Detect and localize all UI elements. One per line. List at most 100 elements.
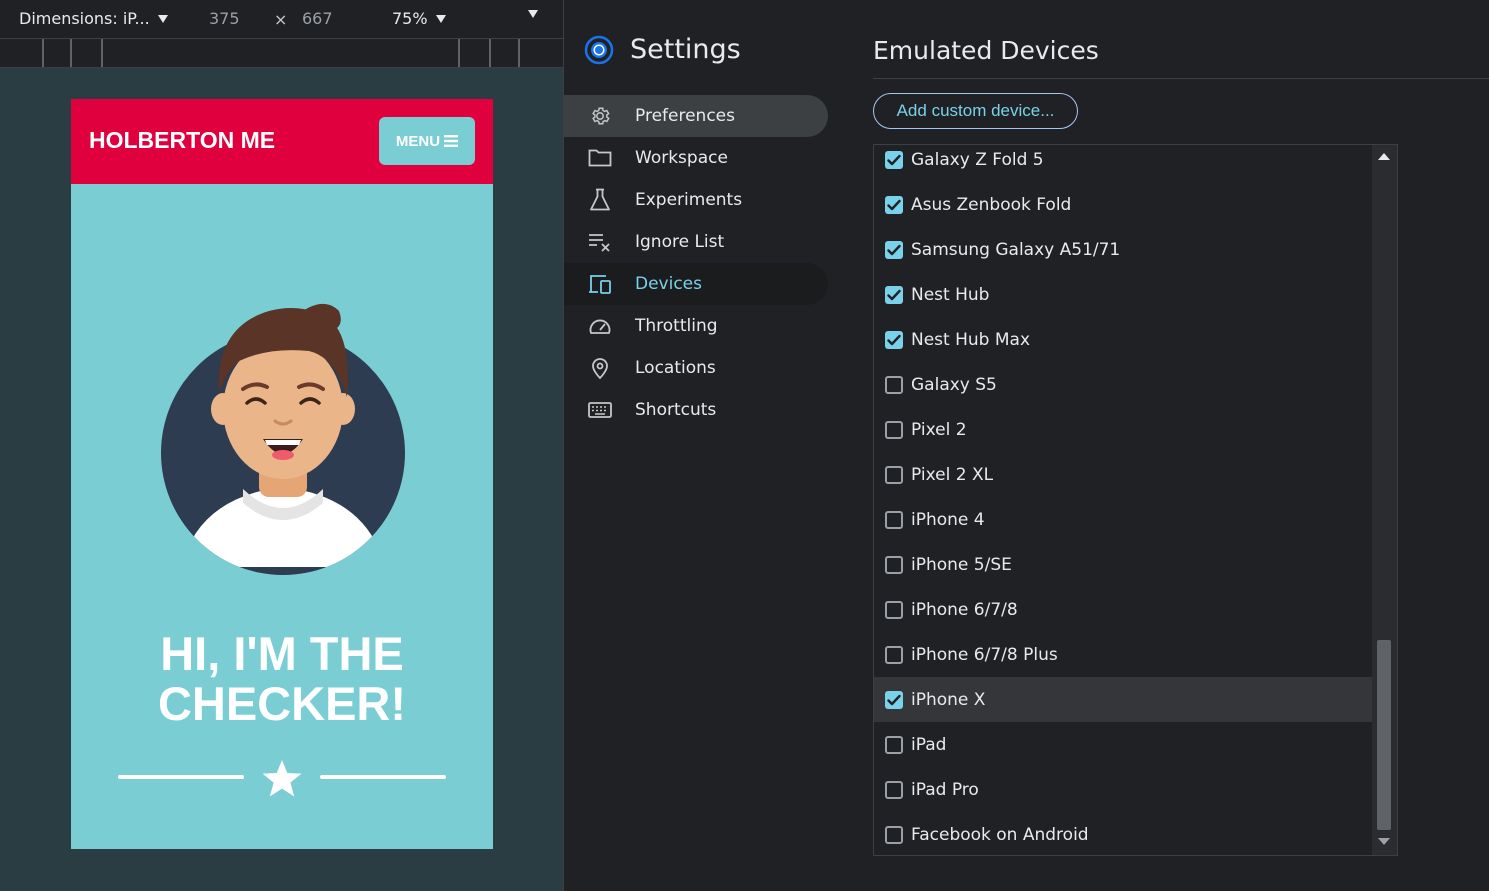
checkbox-checked[interactable] <box>885 195 903 214</box>
hamburger-icon <box>444 135 459 147</box>
nav-item-workspace[interactable]: Workspace <box>564 137 828 179</box>
device-row[interactable]: Asus Zenbook Fold <box>874 182 1372 227</box>
checkbox-checked[interactable] <box>885 330 903 349</box>
nav-label: Workspace <box>635 148 728 168</box>
ignore-list-icon <box>588 230 612 254</box>
device-name: Asus Zenbook Fold <box>911 194 1072 215</box>
devtools-window: Dimensions: iP... 375 × 667 75% HOLBERTO… <box>0 0 1489 891</box>
chevron-down-icon <box>157 14 168 23</box>
nav-item-shortcuts[interactable]: Shortcuts <box>564 389 828 431</box>
checkmark-icon <box>887 289 901 300</box>
checkbox-unchecked[interactable] <box>885 555 903 574</box>
checkbox-unchecked[interactable] <box>885 600 903 619</box>
scroll-up-icon[interactable] <box>1378 153 1390 160</box>
checkbox-unchecked[interactable] <box>885 510 903 529</box>
device-row[interactable]: Facebook on Android <box>874 812 1372 855</box>
ruler-mark[interactable] <box>70 39 72 67</box>
device-name: iPad <box>911 734 947 755</box>
device-row[interactable]: Nest Hub Max <box>874 317 1372 362</box>
device-name: Samsung Galaxy A51/71 <box>911 239 1121 260</box>
ruler-mark[interactable] <box>518 39 520 67</box>
nav-label: Ignore List <box>635 232 725 252</box>
device-row[interactable]: iPhone 4 <box>874 497 1372 542</box>
menu-button[interactable]: MENU <box>379 117 475 165</box>
checkbox-unchecked[interactable] <box>885 420 903 439</box>
scrollbar-thumb[interactable] <box>1377 640 1391 830</box>
ruler-mark[interactable] <box>489 39 491 67</box>
device-emulation-pane: Dimensions: iP... 375 × 667 75% HOLBERTO… <box>0 0 563 891</box>
nav-label: Throttling <box>635 316 718 336</box>
avatar-illustration <box>161 303 405 575</box>
device-row[interactable]: Galaxy Z Fold 5 <box>874 145 1372 182</box>
title-separator <box>873 78 1489 79</box>
checkbox-unchecked[interactable] <box>885 645 903 664</box>
speedometer-icon <box>588 314 612 338</box>
nav-item-devices[interactable]: Devices <box>564 263 828 305</box>
device-name: iPhone 4 <box>911 509 985 530</box>
checkmark-icon <box>887 244 901 255</box>
device-row[interactable]: iPad Pro <box>874 767 1372 812</box>
hero-line-2: CHECKER! <box>157 677 407 730</box>
checkbox-unchecked[interactable] <box>885 375 903 394</box>
scroll-down-icon[interactable] <box>1378 838 1390 845</box>
device-row[interactable]: Samsung Galaxy A51/71 <box>874 227 1372 272</box>
checkbox-checked[interactable] <box>885 285 903 304</box>
dimensions-label: Dimensions: iP... <box>19 9 150 28</box>
location-pin-icon <box>588 356 612 380</box>
checkbox-unchecked[interactable] <box>885 825 903 844</box>
devices-icon <box>588 272 612 296</box>
height-input[interactable]: 667 <box>302 9 333 28</box>
checkbox-checked[interactable] <box>885 150 903 169</box>
nav-item-throttling[interactable]: Throttling <box>564 305 828 347</box>
emulated-page: HOLBERTON ME MENU HI, I'M THE CHECKER! <box>71 99 493 849</box>
times-symbol: × <box>274 10 288 29</box>
dimensions-select[interactable]: Dimensions: iP... <box>19 9 168 28</box>
device-name: Pixel 2 <box>911 419 967 440</box>
settings-nav: Preferences Workspace Experiments Ignore… <box>564 95 828 431</box>
checkbox-unchecked[interactable] <box>885 780 903 799</box>
device-row[interactable]: iPhone 5/SE <box>874 542 1372 587</box>
ruler-mark[interactable] <box>101 39 103 67</box>
device-row[interactable]: Pixel 2 <box>874 407 1372 452</box>
site-brand[interactable]: HOLBERTON ME <box>89 127 275 154</box>
device-name: iPad Pro <box>911 779 979 800</box>
nav-item-ignore-list[interactable]: Ignore List <box>564 221 828 263</box>
checkbox-unchecked[interactable] <box>885 465 903 484</box>
device-row[interactable]: iPhone 6/7/8 <box>874 587 1372 632</box>
device-name: iPhone 5/SE <box>911 554 1012 575</box>
device-row[interactable]: iPhone 6/7/8 Plus <box>874 632 1372 677</box>
checkbox-checked[interactable] <box>885 240 903 259</box>
ruler-mark[interactable] <box>42 39 44 67</box>
device-row[interactable]: iPad <box>874 722 1372 767</box>
checkbox-unchecked[interactable] <box>885 735 903 754</box>
nav-label: Preferences <box>635 106 735 126</box>
checkmark-icon <box>887 334 901 345</box>
nav-label: Locations <box>635 358 716 378</box>
checkmark-icon <box>887 694 901 705</box>
device-list: Galaxy Z Fold 5 Asus Zenbook Fold Samsung … <box>873 144 1398 856</box>
folder-icon <box>588 146 612 170</box>
site-header: HOLBERTON ME MENU <box>71 99 493 184</box>
checkbox-checked[interactable] <box>885 690 903 709</box>
device-row[interactable]: iPhone X <box>874 677 1372 722</box>
ruler-mark[interactable] <box>458 39 460 67</box>
width-input[interactable]: 375 <box>209 9 240 28</box>
device-row[interactable]: Pixel 2 XL <box>874 452 1372 497</box>
scrollbar[interactable] <box>1372 145 1397 855</box>
nav-item-locations[interactable]: Locations <box>564 347 828 389</box>
nav-item-preferences[interactable]: Preferences <box>564 95 828 137</box>
zoom-select[interactable]: 75% <box>392 9 446 28</box>
add-custom-device-button[interactable]: Add custom device... <box>873 93 1078 129</box>
emulated-devices-title: Emulated Devices <box>873 36 1099 65</box>
nav-label: Shortcuts <box>635 400 717 420</box>
device-row[interactable]: Nest Hub <box>874 272 1372 317</box>
device-toolbar: Dimensions: iP... 375 × 667 75% <box>0 0 563 38</box>
zoom-label: 75% <box>392 9 428 28</box>
gear-icon <box>588 104 612 128</box>
more-options-icon[interactable] <box>528 10 538 18</box>
nav-item-experiments[interactable]: Experiments <box>564 179 828 221</box>
checkmark-icon <box>887 154 901 165</box>
keyboard-icon <box>588 398 612 422</box>
device-name: Pixel 2 XL <box>911 464 994 485</box>
device-row[interactable]: Galaxy S5 <box>874 362 1372 407</box>
